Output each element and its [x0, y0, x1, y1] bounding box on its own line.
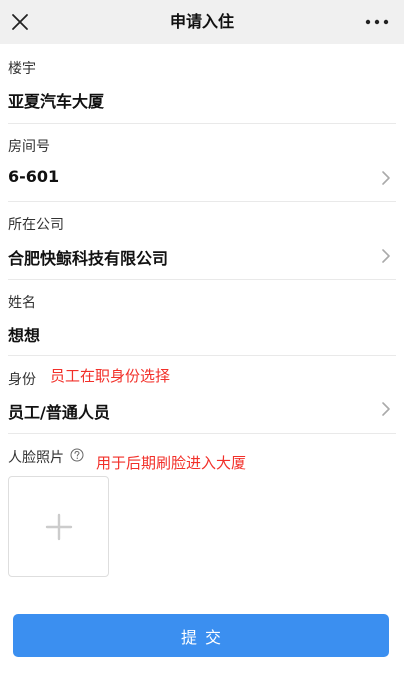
plus-icon [45, 513, 73, 541]
chevron-right-icon[interactable] [380, 248, 392, 264]
name-field: 姓名 想想 [8, 292, 396, 352]
building-value: 亚夏汽车大厦 [8, 92, 105, 111]
name-value: 想想 [8, 326, 41, 345]
room-value: 6-601 [8, 167, 60, 186]
divider [8, 123, 396, 124]
company-value: 合肥快鲸科技有限公司 [8, 249, 169, 268]
identity-label: 身份 [8, 372, 36, 388]
name-label: 姓名 [8, 295, 36, 311]
top-bar: 申请入住 [0, 0, 404, 44]
chevron-right-icon[interactable] [380, 401, 392, 417]
building-label: 楼宇 [8, 61, 36, 77]
submit-button[interactable]: 提交 [13, 614, 389, 657]
identity-annotation: 员工在职身份选择 [50, 367, 171, 385]
page-title: 申请入住 [169, 12, 234, 31]
chevron-right-icon[interactable] [380, 170, 392, 186]
close-button[interactable] [6, 8, 34, 36]
company-field[interactable]: 所在公司 合肥快鲸科技有限公司 [8, 214, 396, 274]
company-label: 所在公司 [8, 217, 64, 233]
more-button[interactable] [362, 8, 392, 36]
more-icon [365, 19, 389, 25]
divider [8, 355, 396, 356]
close-icon [12, 14, 28, 30]
divider [8, 201, 396, 202]
divider [8, 433, 396, 434]
face-photo-label: 人脸照片 [8, 450, 64, 466]
divider [8, 279, 396, 280]
face-photo-annotation: 用于后期刷脸进入大厦 [96, 454, 247, 472]
help-icon[interactable] [70, 448, 84, 462]
room-field[interactable]: 房间号 6-601 [8, 136, 396, 196]
photo-upload-button[interactable] [8, 476, 109, 577]
building-field: 楼宇 亚夏汽车大厦 [8, 58, 396, 118]
identity-value: 员工/普通人员 [8, 403, 110, 422]
room-label: 房间号 [8, 139, 50, 155]
